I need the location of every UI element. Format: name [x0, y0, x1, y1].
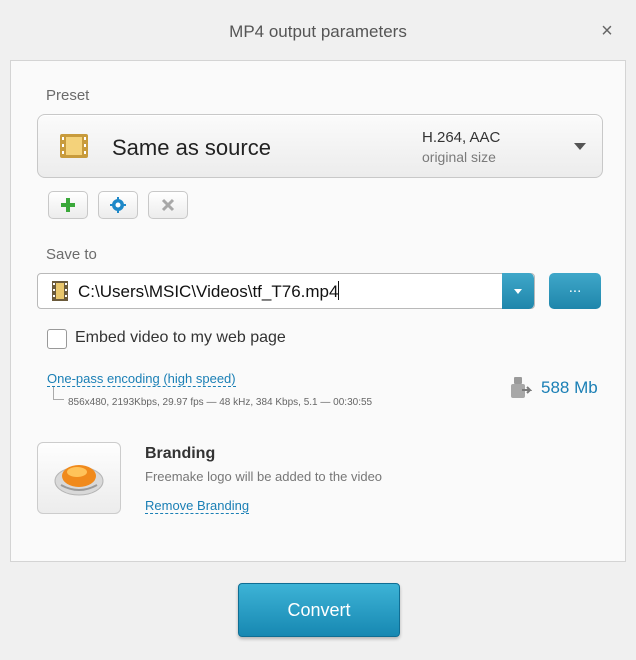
- spec-connector: [53, 387, 64, 400]
- embed-checkbox[interactable]: [47, 329, 67, 349]
- dialog-title: MP4 output parameters: [229, 22, 407, 41]
- save-path-value: C:\Users\MSIC\Videos\tf_T76.mp4: [78, 282, 339, 301]
- convert-button[interactable]: Convert: [238, 583, 400, 637]
- branding-description: Freemake logo will be added to the video: [145, 469, 383, 484]
- plus-icon: [61, 198, 75, 212]
- encoding-mode-link[interactable]: One-pass encoding (high speed): [47, 371, 236, 387]
- preset-dropdown[interactable]: Same as source H.264, AAC original size: [37, 114, 603, 178]
- add-preset-button[interactable]: [48, 191, 88, 219]
- settings-panel: Preset Same as source H.264, AAC origina…: [10, 60, 626, 562]
- estimated-file-size: 588 Mb: [541, 378, 598, 397]
- browse-button[interactable]: ...: [549, 273, 601, 309]
- freemake-logo-icon: [54, 465, 104, 496]
- mp4-output-dialog: MP4 output parameters × Preset Same as s…: [0, 0, 636, 660]
- film-strip-icon: [52, 281, 68, 301]
- disk-arrow-icon: [511, 377, 532, 398]
- save-path-field[interactable]: C:\Users\MSIC\Videos\tf_T76.mp4: [37, 273, 535, 309]
- preset-label: Preset: [46, 87, 90, 104]
- gear-icon: [110, 197, 126, 213]
- title-bar: MP4 output parameters ×: [0, 0, 636, 60]
- save-to-label: Save to: [46, 246, 97, 263]
- encoding-specs: 856x480, 2193Kbps, 29.97 fps — 48 kHz, 3…: [68, 397, 373, 408]
- text-caret: [338, 281, 340, 300]
- delete-preset-button[interactable]: [148, 191, 188, 219]
- save-path-text: C:\Users\MSIC\Videos\tf_T76.mp4: [78, 281, 340, 302]
- branding-logo-box: [37, 442, 121, 514]
- preset-name: Same as source: [112, 135, 271, 160]
- embed-checkbox-label[interactable]: Embed video to my web page: [75, 329, 286, 347]
- chevron-down-icon: [574, 143, 586, 150]
- preset-size: original size: [422, 149, 496, 165]
- edit-preset-button[interactable]: [98, 191, 138, 219]
- remove-branding-link[interactable]: Remove Branding: [145, 498, 250, 514]
- film-strip-icon: [60, 134, 88, 158]
- x-icon: [161, 198, 175, 212]
- preset-codec: H.264, AAC: [422, 129, 501, 146]
- path-history-dropdown-button[interactable]: [502, 273, 534, 309]
- branding-title: Branding: [145, 445, 216, 462]
- close-icon[interactable]: ×: [596, 20, 618, 42]
